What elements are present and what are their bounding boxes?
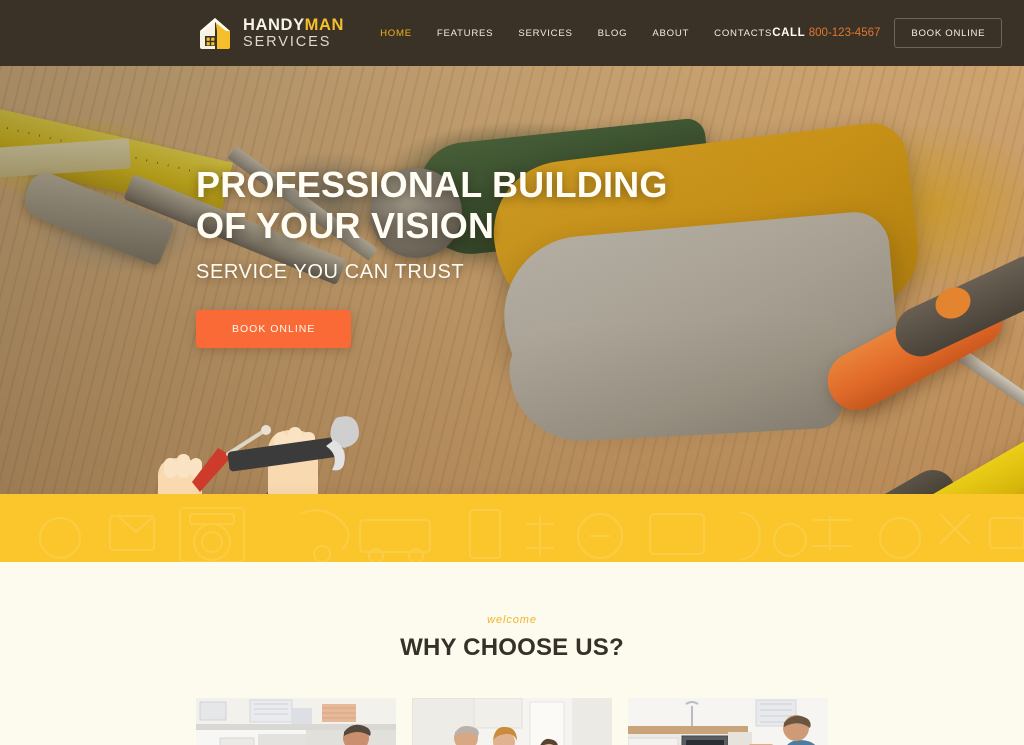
call-label: CALL bbox=[772, 27, 806, 39]
handyman-installing-cabinet-illustration bbox=[196, 698, 396, 745]
hero-title-line2: OF YOUR VISION bbox=[196, 205, 495, 247]
page-title: WHY CHOOSE US? bbox=[400, 634, 624, 661]
nav-item-blog[interactable]: BLOG bbox=[598, 28, 628, 39]
yellow-feature-band bbox=[0, 494, 1024, 562]
section-eyebrow: welcome bbox=[487, 614, 537, 626]
hero-subtitle: SERVICE YOU CAN TRUST bbox=[196, 260, 465, 283]
site-header: HANDYMAN SERVICES HOME FEATURES SERVICES… bbox=[0, 0, 1024, 66]
logo-tagline: SERVICES bbox=[243, 33, 332, 50]
hero-copy: PROFESSIONAL BUILDING OF YOUR VISION SER… bbox=[196, 164, 668, 348]
nav-item-contacts[interactable]: CONTACTS bbox=[714, 28, 772, 39]
why-photo-row bbox=[0, 698, 1024, 745]
nav-item-about[interactable]: ABOUT bbox=[652, 28, 689, 39]
why-photo-family[interactable] bbox=[412, 698, 612, 745]
why-choose-us-section: welcome WHY CHOOSE US? bbox=[0, 562, 1024, 745]
nav-item-services[interactable]: SERVICES bbox=[518, 28, 572, 39]
main-navigation: HOME FEATURES SERVICES BLOG ABOUT CONTAC… bbox=[380, 28, 772, 39]
logo[interactable]: HANDYMAN SERVICES bbox=[196, 14, 344, 52]
logo-name-part2: MAN bbox=[304, 16, 345, 34]
nav-item-features[interactable]: FEATURES bbox=[437, 28, 493, 39]
logo-name-part1: HANDY bbox=[243, 16, 305, 34]
house-icon bbox=[196, 14, 234, 52]
phone-number[interactable]: 800-123-4567 bbox=[809, 27, 881, 39]
book-online-header-button[interactable]: BOOK ONLINE bbox=[894, 18, 1003, 48]
hero-title: PROFESSIONAL BUILDING OF YOUR VISION bbox=[196, 164, 668, 247]
phone-block[interactable]: CALL 800-123-4567 bbox=[772, 27, 880, 39]
handyman-installing-appliance-illustration bbox=[628, 698, 828, 745]
logo-name: HANDYMAN bbox=[243, 17, 344, 34]
why-photo-appliance[interactable] bbox=[628, 698, 828, 745]
hero-section: PROFESSIONAL BUILDING OF YOUR VISION SER… bbox=[0, 66, 1024, 494]
hero-title-line1: PROFESSIONAL BUILDING bbox=[196, 164, 668, 205]
why-photo-cabinet[interactable] bbox=[196, 698, 396, 745]
header-actions: CALL 800-123-4567 BOOK ONLINE bbox=[772, 18, 1003, 48]
book-online-hero-button[interactable]: BOOK ONLINE bbox=[196, 309, 352, 348]
nav-item-home[interactable]: HOME bbox=[380, 28, 412, 39]
band-pattern bbox=[39, 507, 1024, 562]
family-in-kitchen-illustration bbox=[412, 698, 612, 745]
hands-illustration bbox=[140, 396, 390, 494]
